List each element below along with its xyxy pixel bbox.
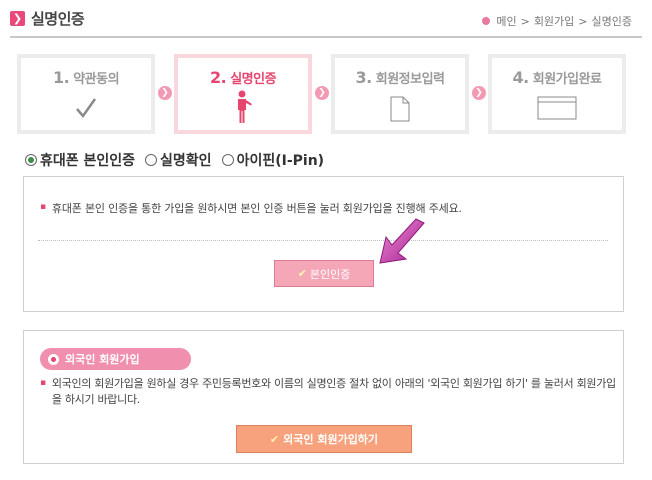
foreigner-badge: 외국인 회원가입	[40, 348, 191, 370]
breadcrumb-item-signup[interactable]: 회원가입	[534, 13, 574, 29]
person-icon	[238, 90, 252, 123]
header-divider	[10, 36, 642, 38]
page-title: 실명인증	[31, 10, 85, 28]
step-label: 3. 회원정보입력	[355, 68, 445, 87]
option-label: 휴대폰 본인인증	[40, 153, 136, 169]
dotted-divider	[38, 240, 608, 241]
breadcrumb: 메인 > 회원가입 > 실명인증	[482, 13, 632, 29]
chevron-right-icon: ❯	[10, 11, 25, 26]
option-label: 실명확인	[160, 153, 212, 169]
radio-realname[interactable]	[145, 154, 158, 166]
page-header: ❯ 실명인증 메인 > 회원가입 > 실명인증	[0, 0, 652, 40]
bullet-icon: ▪	[40, 202, 46, 212]
step-info: 3. 회원정보입력	[331, 54, 469, 134]
foreigner-info: ▪ 외국인의 회원가입을 원하실 경우 주민등록번호와 이름의 실명인증 절차 …	[40, 376, 620, 408]
option-label: 아이핀(I-Pin)	[236, 153, 325, 169]
step-terms: 1. 약관동의	[17, 54, 155, 134]
breadcrumb-separator: >	[520, 14, 530, 28]
check-icon	[76, 98, 97, 119]
step-arrow-icon: ❯	[472, 86, 486, 100]
phone-auth-panel: ▪ 휴대폰 본인 인증을 통한 가입을 원하시면 본인 인증 버튼을 눌러 회원…	[23, 176, 624, 312]
document-icon	[390, 96, 410, 122]
foreigner-signup-panel: 외국인 회원가입 ▪ 외국인의 회원가입을 원하실 경우 주민등록번호와 이름의…	[23, 330, 624, 464]
radio-ipin[interactable]	[221, 154, 234, 166]
auth-method-options: 휴대폰 본인인증 실명확인 아이핀(I-Pin)	[25, 150, 324, 170]
breadcrumb-dot-icon	[482, 17, 491, 25]
foreigner-signup-button-label: 외국인 회원가입하기	[283, 433, 379, 446]
step-label: 1. 약관동의	[52, 68, 120, 87]
step-label: 2. 실명인증	[209, 68, 277, 87]
window-icon	[537, 96, 577, 120]
step-complete: 4. 회원가입완료	[488, 54, 626, 134]
phone-auth-message: 휴대폰 본인 인증을 통한 가입을 원하시면 본인 인증 버튼을 눌러 회원가입…	[51, 202, 462, 215]
radio-dot-icon	[48, 353, 59, 365]
check-icon: ✔	[297, 267, 307, 280]
option-ipin[interactable]: 아이핀(I-Pin)	[221, 150, 325, 170]
verify-button[interactable]: ✔ 본인인증	[274, 260, 374, 287]
bullet-icon: ▪	[40, 378, 46, 388]
breadcrumb-item-current: 실명인증	[591, 15, 632, 28]
step-arrow-icon: ❯	[158, 86, 172, 100]
breadcrumb-separator: >	[578, 14, 588, 28]
option-realname[interactable]: 실명확인	[145, 150, 212, 170]
step-arrow-icon: ❯	[315, 86, 329, 100]
breadcrumb-item-main[interactable]: 메인	[496, 13, 516, 29]
check-icon: ✔	[269, 432, 280, 446]
step-verify: 2. 실명인증	[174, 54, 312, 134]
signup-steps: 1. 약관동의 ❯ 2. 실명인증 ❯ 3. 회원정보입력 ❯ 4. 회원가입완…	[17, 54, 627, 134]
verify-button-label: 본인인증	[309, 267, 351, 281]
radio-phone-auth[interactable]	[25, 154, 37, 166]
phone-auth-info: ▪ 휴대폰 본인 인증을 통한 가입을 원하시면 본인 인증 버튼을 눌러 회원…	[40, 200, 462, 216]
step-label: 4. 회원가입완료	[512, 68, 602, 87]
foreigner-signup-button[interactable]: ✔ 외국인 회원가입하기	[236, 425, 412, 453]
pointing-arrow-icon	[379, 218, 425, 264]
foreigner-message: 외국인의 회원가입을 원하실 경우 주민등록번호와 이름의 실명인증 절차 없이…	[51, 377, 616, 406]
option-phone-auth[interactable]: 휴대폰 본인인증	[25, 150, 135, 170]
foreigner-badge-label: 외국인 회원가입	[65, 353, 140, 366]
